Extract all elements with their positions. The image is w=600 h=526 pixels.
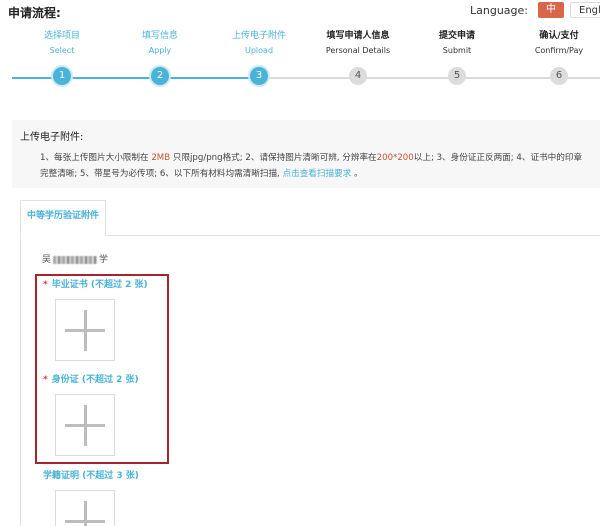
step-select[interactable]: 选择项目 Select 1 bbox=[12, 30, 112, 85]
upload-label: * 身份证 (不超过 2 张) bbox=[43, 374, 139, 386]
step-number: 4 bbox=[349, 67, 367, 85]
upload-button[interactable] bbox=[55, 299, 115, 361]
step-label-en: Apply bbox=[148, 46, 172, 55]
scan-requirements-link[interactable]: 点击查看扫描要求 bbox=[283, 169, 352, 179]
step-apply[interactable]: 填写信息 Apply 2 bbox=[110, 30, 210, 85]
step-label-en: Select bbox=[49, 46, 75, 55]
step-label-zh: 填写信息 bbox=[141, 31, 178, 41]
step-confirm-pay: 确认/支付 Confirm/Pay 6 bbox=[509, 30, 600, 85]
language-english-button[interactable]: English bbox=[570, 2, 600, 18]
attachment-tabs: 中等学历验证附件 bbox=[20, 200, 600, 236]
resolution-requirement: 200*200 bbox=[376, 153, 414, 163]
plus-icon bbox=[84, 501, 87, 526]
upload-label-text: 学籍证明 (不超过 3 张) bbox=[43, 471, 139, 481]
page-title: 申请流程: bbox=[8, 6, 61, 20]
step-label-zh: 提交申请 bbox=[438, 31, 475, 41]
size-limit: 2MB bbox=[151, 153, 171, 163]
step-label-zh: 上传电子附件 bbox=[231, 31, 286, 41]
language-label: Language: bbox=[470, 3, 528, 17]
step-label-en: Confirm/Pay bbox=[534, 46, 584, 55]
upload-label-text: 身份证 (不超过 2 张) bbox=[51, 375, 139, 385]
upload-label: * 毕业证书 (不超过 2 张) bbox=[43, 279, 148, 291]
step-number: 6 bbox=[550, 67, 568, 85]
attachment-panel: 吴学 * 毕业证书 (不超过 2 张) * 身份证 (不超过 2 张) 学籍证明 (… bbox=[20, 236, 600, 526]
step-label-zh: 确认/支付 bbox=[539, 31, 579, 41]
step-number: 3 bbox=[250, 67, 268, 85]
application-page: 申请流程: Language: 中文 English 选择项目 Select 1… bbox=[0, 0, 600, 526]
upload-id-card: * 身份证 (不超过 2 张) bbox=[43, 374, 139, 456]
instructions-part: 。 bbox=[354, 169, 363, 179]
step-number: 2 bbox=[151, 67, 169, 85]
step-number: 1 bbox=[53, 67, 71, 85]
required-asterisk: * bbox=[43, 280, 48, 290]
school-name: 吴学 bbox=[42, 252, 108, 265]
step-label-en: Upload bbox=[244, 46, 274, 55]
upload-student-status-proof: 学籍证明 (不超过 3 张) bbox=[43, 470, 139, 526]
step-upload[interactable]: 上传电子附件 Upload 3 bbox=[209, 30, 309, 85]
upload-label-text: 毕业证书 (不超过 2 张) bbox=[51, 280, 148, 290]
instructions-part: 以上; 3、身份证正反两面; 4、证书中的印章 bbox=[413, 153, 583, 163]
language-chinese-button[interactable]: 中文 bbox=[538, 2, 564, 31]
instructions-part: 只限jpg/png格式; 2、请保持图片清晰可辨, 分辨率在 bbox=[172, 153, 377, 163]
plus-icon bbox=[84, 405, 87, 446]
instructions-part: 完整清晰; 5、带星号为必传项; 6、以下所有材料均需清晰扫描, bbox=[40, 169, 280, 179]
step-label-zh: 选择项目 bbox=[43, 31, 80, 41]
step-label-zh: 填写申请人信息 bbox=[326, 31, 390, 41]
instructions-part: 1、每张上传图片大小限制在 bbox=[40, 153, 149, 163]
progress-line-completed bbox=[12, 77, 262, 79]
progress-steps: 选择项目 Select 1 填写信息 Apply 2 上传电子附件 Upload… bbox=[0, 30, 600, 100]
upload-graduation-certificate: * 毕业证书 (不超过 2 张) bbox=[43, 279, 148, 361]
upload-instructions: 上传电子附件: 1、每张上传图片大小限制在 2MB 只限jpg/png格式; 2… bbox=[12, 120, 600, 188]
tab-secondary-education-verification[interactable]: 中等学历验证附件 bbox=[20, 200, 106, 236]
required-asterisk: * bbox=[43, 375, 48, 385]
instructions-text: 1、每张上传图片大小限制在 2MB 只限jpg/png格式; 2、请保持图片清晰… bbox=[40, 150, 600, 182]
school-name-text: 吴 bbox=[42, 255, 52, 265]
upload-button[interactable] bbox=[55, 394, 115, 456]
step-personal-details: 填写申请人信息 Personal Details 4 bbox=[308, 30, 408, 85]
step-label-en: Personal Details bbox=[325, 46, 391, 55]
upload-button[interactable] bbox=[55, 490, 115, 526]
step-submit: 提交申请 Submit 5 bbox=[407, 30, 507, 85]
instructions-title: 上传电子附件: bbox=[20, 132, 84, 143]
plus-icon bbox=[84, 310, 87, 351]
step-label-en: Submit bbox=[442, 46, 472, 55]
step-number: 5 bbox=[448, 67, 466, 85]
language-switcher: Language: 中文 English bbox=[470, 2, 600, 31]
upload-label: 学籍证明 (不超过 3 张) bbox=[43, 470, 139, 482]
redacted-text bbox=[53, 255, 98, 264]
school-name-text: 学 bbox=[99, 255, 109, 265]
